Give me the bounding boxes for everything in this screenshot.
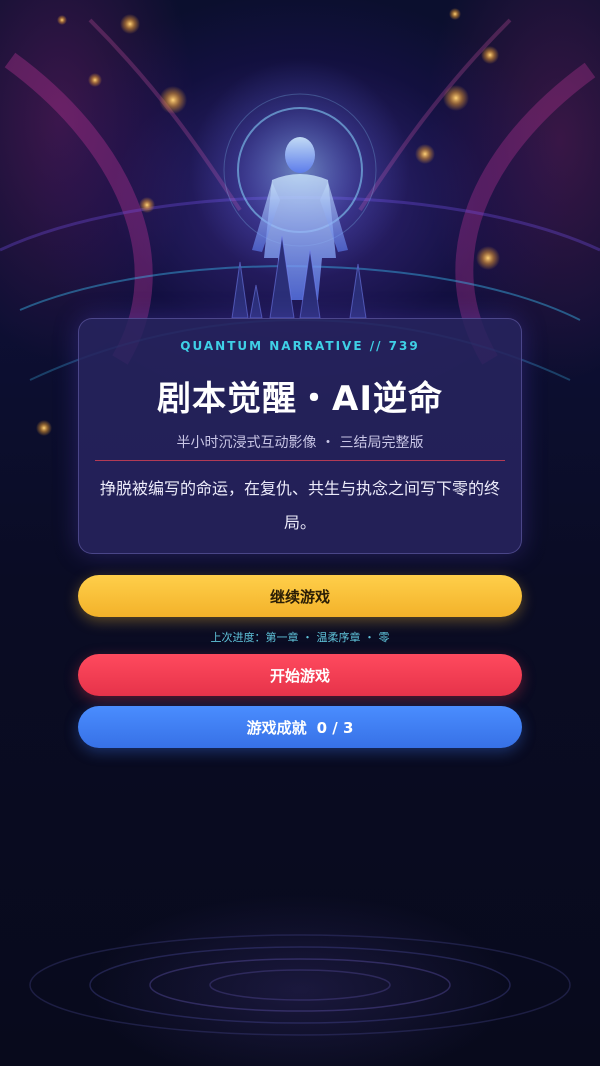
divider [95, 460, 505, 461]
continue-game-button[interactable]: 继续游戏 [78, 575, 522, 617]
last-progress-text: 上次进度：第一章 ・ 温柔序章 ・ 零 [210, 631, 390, 644]
hero-card: QUANTUM NARRATIVE // 739 剧本觉醒・AI逆命 半小时沉浸… [78, 318, 522, 554]
achievements-count: 0 / 3 [316, 719, 354, 737]
achievements-button[interactable]: 游戏成就 0 / 3 [78, 706, 522, 748]
game-description: 挣脱被编写的命运，在复仇、共生与执念之间写下零的终局。 [99, 479, 500, 532]
game-title: 剧本觉醒・AI逆命 [157, 379, 443, 419]
series-tag: QUANTUM NARRATIVE // 739 [180, 339, 420, 353]
game-subtitle: 半小时沉浸式互动影像 ・ 三结局完整版 [176, 435, 424, 451]
title-screen: QUANTUM NARRATIVE // 739 剧本觉醒・AI逆命 半小时沉浸… [0, 0, 600, 1066]
start-game-button[interactable]: 开始游戏 [78, 654, 522, 696]
achievements-label: 游戏成就 [246, 719, 307, 737]
